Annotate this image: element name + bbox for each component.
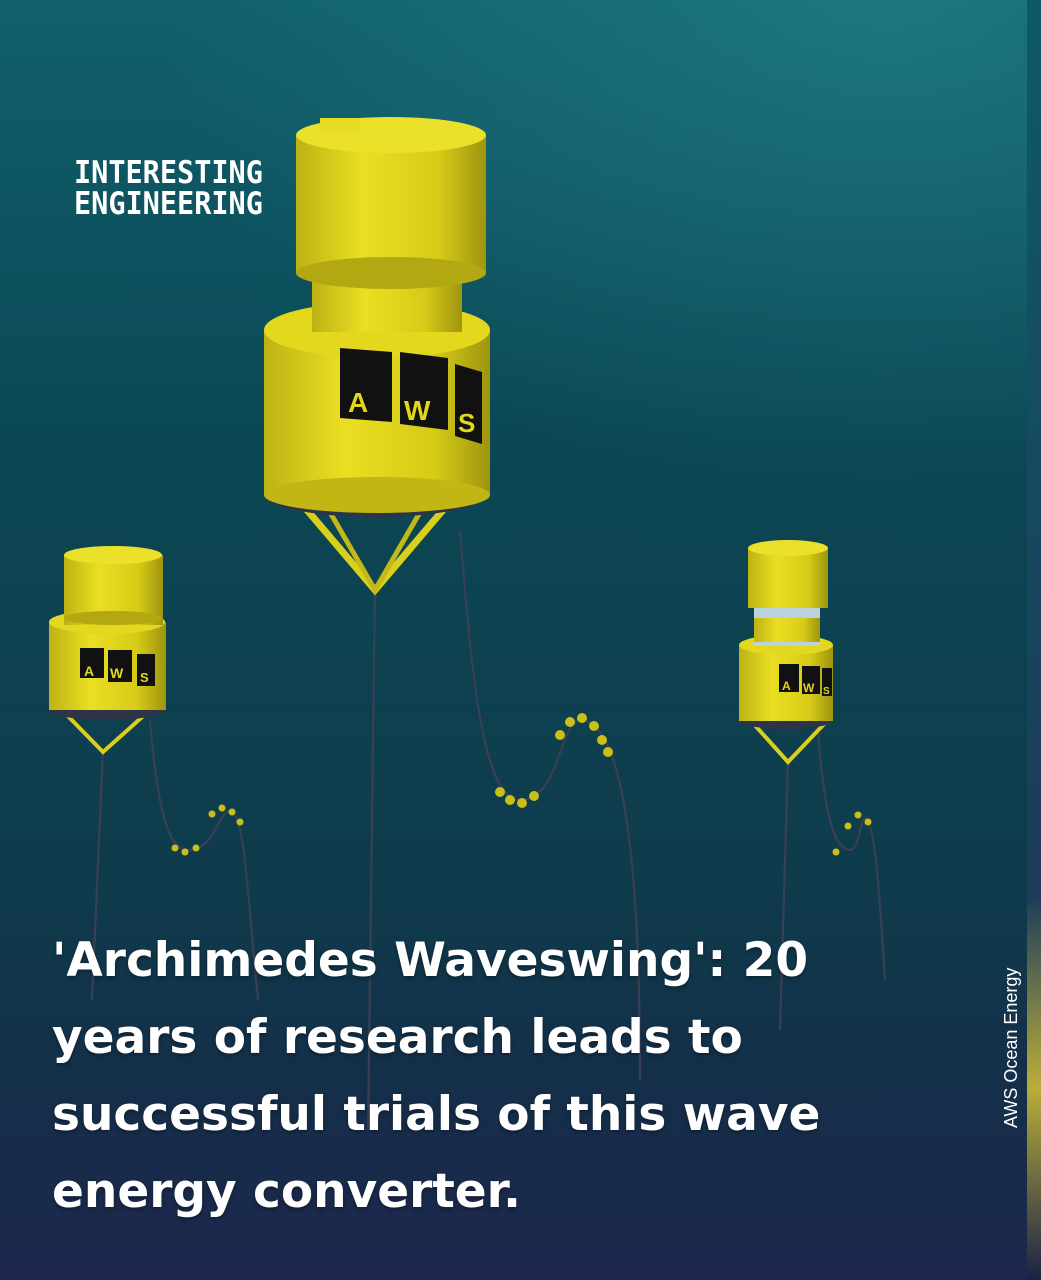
svg-text:W: W	[404, 395, 431, 426]
svg-text:S: S	[458, 408, 475, 438]
svg-text:S: S	[140, 670, 149, 685]
headline-line-3-text: successful trials of this wave	[52, 1087, 821, 1142]
headline-line-3: successful trials of this wave	[52, 1076, 852, 1153]
logo-line-1: INTERESTING	[74, 155, 263, 191]
svg-text:A: A	[84, 663, 94, 679]
svg-text:A: A	[348, 387, 368, 418]
image-canvas: A W S A W S A W S INTERESTING ENGINEERIN…	[0, 0, 1041, 1280]
svg-text:W: W	[110, 665, 124, 681]
headline-line-2: years of research leads to	[52, 1010, 743, 1065]
headline-highlight: successful trials of this wave	[52, 1076, 825, 1153]
svg-text:S: S	[823, 686, 830, 697]
svg-text:A: A	[782, 679, 791, 693]
interesting-engineering-logo: INTERESTING ENGINEERING	[74, 158, 263, 220]
svg-text:W: W	[803, 681, 815, 695]
headline-line-1: 'Archimedes Waveswing': 20	[52, 933, 809, 988]
photo-credit: AWS Ocean Energy	[1001, 967, 1021, 1128]
headline-line-4: energy converter.	[52, 1164, 522, 1219]
headline: 'Archimedes Waveswing': 20 years of rese…	[52, 922, 852, 1230]
aws-logo-right: A W S	[779, 664, 832, 697]
image-edge-strip	[1027, 0, 1041, 1280]
logo-line-2: ENGINEERING	[74, 186, 263, 222]
